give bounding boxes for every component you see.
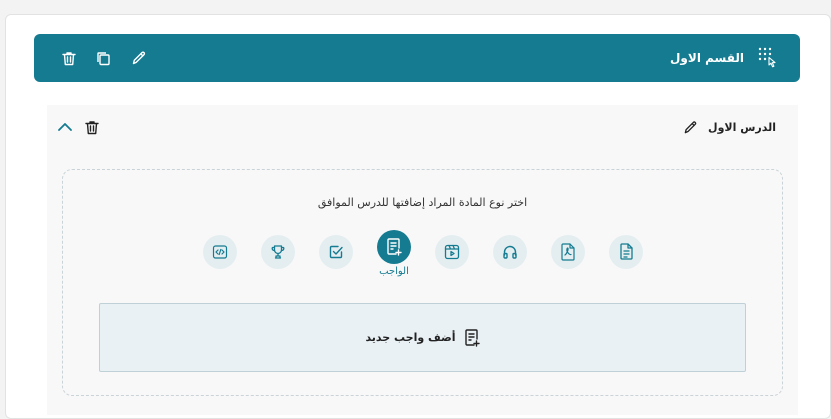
section-actions xyxy=(62,50,147,66)
material-type-trophy[interactable] xyxy=(261,230,295,280)
material-type-document[interactable] xyxy=(609,230,643,280)
homework-icon xyxy=(386,238,402,256)
video-icon xyxy=(444,244,460,260)
material-prompt: اختر نوع المادة المراد إضافتها للدرس الم… xyxy=(317,196,528,209)
add-homework-button[interactable]: أضف واجب جديد xyxy=(99,303,746,372)
lesson-actions xyxy=(57,120,99,135)
edit-icon[interactable] xyxy=(131,50,147,66)
lesson-header: الدرس الاول xyxy=(47,105,798,149)
trash-icon[interactable] xyxy=(62,51,76,66)
headphones-icon xyxy=(502,244,518,260)
material-type-code[interactable] xyxy=(203,230,237,280)
drag-handle-icon[interactable] xyxy=(758,47,778,69)
material-type-list: الواجب xyxy=(203,230,643,280)
add-homework-label: أضف واجب جديد xyxy=(365,331,456,344)
section-header[interactable]: القسم الاول xyxy=(34,34,800,82)
trophy-icon xyxy=(270,244,286,260)
chevron-up-icon[interactable] xyxy=(57,122,73,132)
material-type-homework[interactable]: الواجب xyxy=(377,230,411,280)
lesson-panel: الدرس الاول اختر نوع المادة المراد إضافت… xyxy=(47,105,798,415)
pdf-icon xyxy=(560,243,576,261)
edit-icon[interactable] xyxy=(683,120,698,135)
section-title-group: القسم الاول xyxy=(670,47,778,69)
code-icon xyxy=(212,244,228,260)
material-type-video[interactable] xyxy=(435,230,469,280)
material-type-label: الواجب xyxy=(379,266,409,277)
homework-icon xyxy=(464,328,480,347)
trash-icon[interactable] xyxy=(85,120,99,135)
material-type-audio[interactable] xyxy=(493,230,527,280)
document-icon xyxy=(618,243,634,261)
copy-icon[interactable] xyxy=(96,51,111,66)
material-type-pdf[interactable] xyxy=(551,230,585,280)
lesson-title: الدرس الاول xyxy=(708,120,776,134)
section-title: القسم الاول xyxy=(670,51,744,65)
material-type-quiz[interactable] xyxy=(319,230,353,280)
checkbox-icon xyxy=(328,244,344,260)
material-picker: اختر نوع المادة المراد إضافتها للدرس الم… xyxy=(62,169,783,396)
lesson-title-group: الدرس الاول xyxy=(683,120,776,135)
